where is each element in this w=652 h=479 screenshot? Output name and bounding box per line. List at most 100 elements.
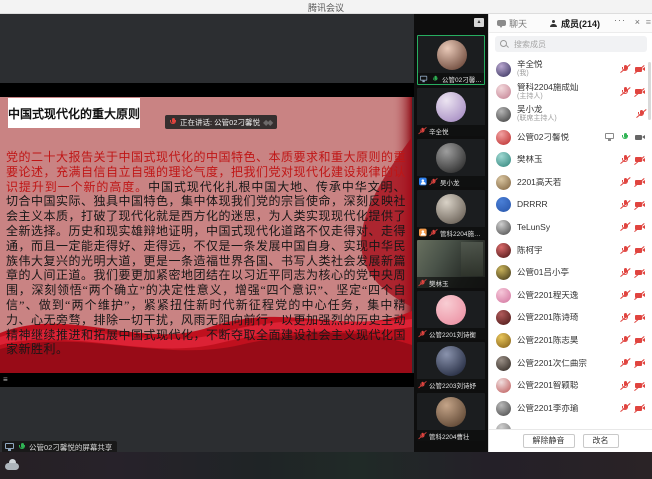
mic-icon [432,75,438,83]
muted-slash [634,382,645,391]
member-row[interactable]: 公管2201陈诗琦 [489,307,652,330]
camera-icon [635,156,645,164]
member-status-icons [621,290,645,300]
muted-slash [418,126,427,134]
avatar [436,194,466,224]
muted-slash [634,88,645,97]
mic-icon [621,245,629,255]
member-row[interactable]: 2201高天若 [489,171,652,194]
member-list-scrollbar[interactable] [648,62,651,120]
tab-members[interactable]: 成员(214) [549,17,600,30]
member-row[interactable]: 吴小龙 (联席主持人) [489,103,652,126]
camera-icon [635,223,645,231]
muted-slash [634,291,645,300]
tile-label-bar: 公管2201刘诗衡 [417,328,485,339]
strip-scroll-up-button[interactable]: ▴ [474,18,484,27]
member-status-icons [621,200,645,210]
member-name: 公管2201陈诗琦 [517,313,578,322]
weather-icon[interactable] [5,459,21,471]
video-tile[interactable]: 公管2203刘诗妤 [417,342,485,390]
ppt-menu-icon[interactable]: ≡ [3,375,8,385]
tile-label-bar: 樊林玉 [417,277,485,288]
slide-text-black: 中国式现代化扎根中国大地、传承中华文明、切合中国实际、独具中国特色，集中体现我们… [6,180,406,357]
video-tile[interactable]: 吴小龙 [417,139,485,187]
role-badge-icon [419,178,427,186]
member-row[interactable]: DRRRR [489,194,652,217]
member-name: 2201高天若 [517,178,561,187]
member-name: 樊林玉 [517,155,543,164]
muted-slash [634,156,645,165]
tile-label: 辛全悦 [429,126,449,136]
tile-label-bar: 管科2204曹壮 [417,430,485,441]
video-tile[interactable]: 樊林玉 [417,240,485,288]
muted-slash [418,380,427,388]
tile-label: 公管02刁馨悦的屏幕... [442,74,482,84]
window-titlebar[interactable]: 腾讯会议 [0,0,652,14]
more-icon[interactable]: ··· [614,15,626,25]
member-status-icons [621,245,645,255]
member-row[interactable]: 管科2204施成灿 (主持人) [489,81,652,104]
video-tile[interactable]: 公管2201刘诗衡 [417,291,485,339]
presentation-slide: 中国式现代化的重大原则 正在讲话: 公管02刁馨悦 ◆◆ 党的二十大报告关于中国… [0,97,412,373]
panel-drag-handle-icon[interactable]: ≡ [646,17,651,27]
avatar [496,152,511,167]
member-list: 辛全悦 (我) 管科2204施成灿 (主持人) 吴小龙 (联席主持人) [489,58,652,430]
tile-label: 公管2201刘诗衡 [429,329,476,339]
member-row[interactable]: 公管2201陈志昊 [489,329,652,352]
muted-slash [620,381,631,390]
tile-label: 樊林玉 [429,278,449,288]
member-status-icons [621,222,645,232]
member-status-icons [621,335,645,345]
members-panel: 聊天 成员(214) ··· × ≡ 辛全悦 (我) 管科22 [488,14,652,452]
member-row[interactable]: 公管02刁馨悦 [489,126,652,149]
member-status-icons [621,313,645,323]
avatar [496,356,511,371]
muted-slash [634,246,645,255]
member-row[interactable]: 公管2201智颖聪 [489,374,652,397]
screen-share-icon [5,443,15,451]
member-row[interactable]: 樊林玉 [489,148,652,171]
muted-slash [634,223,645,232]
speaking-toast-text: 正在讲话: 公管02刁馨悦 [180,117,260,128]
search-input[interactable] [512,37,644,52]
member-row[interactable]: 公管01吕小亭 [489,261,652,284]
member-status-icons [605,132,645,142]
muted-slash [634,336,645,345]
member-row[interactable]: 公管2201次仁曲宗 [489,352,652,375]
avatar [496,378,511,393]
member-name: 公管2201次仁曲宗 [517,359,587,368]
muted-slash [634,65,645,74]
meeting-logo-mark: ◆◆ [263,118,271,127]
video-tile[interactable]: 公管02刁馨悦的屏幕... [417,35,485,85]
video-tile[interactable]: 辛全悦 [417,88,485,136]
rename-button[interactable]: 改名 [583,434,619,448]
close-icon[interactable]: × [635,17,640,27]
member-name: 吴小龙 [517,105,557,114]
unmute-button[interactable]: 解除静音 [523,434,575,448]
member-row[interactable]: 陈柯宇 [489,239,652,262]
member-row[interactable]: 辛全悦 (我) [489,58,652,81]
tile-label: 公管2203刘诗妤 [429,380,476,390]
member-name: 公管2201智颖聪 [517,381,578,390]
video-tile[interactable]: 管科2204施成灿 [417,190,485,238]
avatar [436,397,466,427]
member-name: 管科2204施成灿 [517,83,578,92]
search-icon [500,40,509,49]
camera-icon [635,269,645,277]
member-row[interactable]: 公管2201程天逸 [489,284,652,307]
member-name: 辛全悦 [517,60,543,69]
member-row[interactable]: TeLunSy [489,216,652,239]
tencent-meeting-window: 腾讯会议 中国式现代化的重大原则 正在讲话: 公 [0,0,652,479]
video-tile[interactable]: 管科2204曹壮 [417,393,485,441]
tab-chat[interactable]: 聊天 [497,17,527,30]
tab-members-label: 成员(214) [561,17,600,30]
muted-slash [418,278,427,286]
member-row[interactable]: 公管2201李亦瑜 [489,397,652,420]
muted-slash [620,177,631,186]
member-search-box[interactable] [495,36,647,52]
member-status-icons [621,403,645,413]
role-badge-icon [419,229,427,237]
mic-icon [621,335,629,345]
windows-taskbar: 搜索 W ∧ 13:46 2022/12/13 [0,452,652,479]
mic-icon [18,442,26,452]
